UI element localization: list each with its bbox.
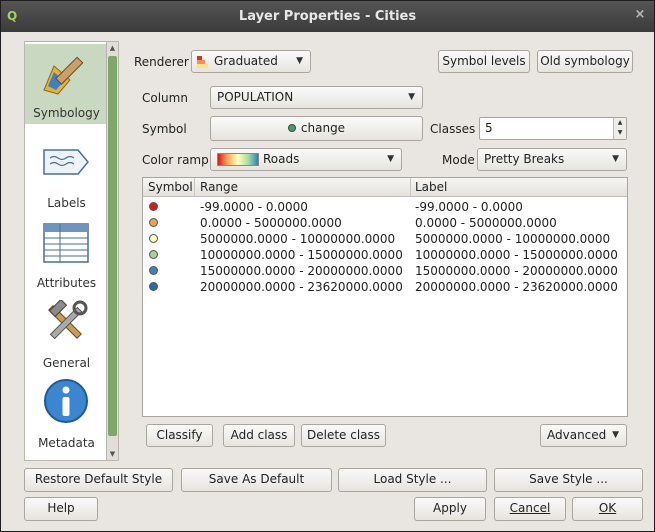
cancel-button[interactable]: Cancel: [494, 497, 566, 521]
color-ramp-preview: [217, 153, 259, 166]
symbol-change-button[interactable]: change: [210, 116, 423, 141]
label-cell[interactable]: 10000000.0000 - 15000000.0000: [415, 248, 618, 262]
sidebar-item-label: Metadata: [38, 436, 95, 450]
range-cell[interactable]: 20000000.0000 - 23620000.0000: [200, 280, 403, 294]
info-icon: [44, 379, 88, 423]
chevron-down-icon: ▼: [612, 430, 619, 440]
class-symbol-icon[interactable]: [149, 266, 158, 275]
mode-value: Pretty Breaks: [484, 152, 565, 166]
delete-class-button[interactable]: Delete class: [301, 424, 386, 447]
range-cell[interactable]: 0.0000 - 5000000.0000: [200, 216, 342, 230]
paintbrush-icon: [43, 56, 84, 95]
sidebar-item-label: Symbology: [33, 106, 100, 120]
table-icon: [43, 223, 89, 263]
classes-value: 5: [485, 121, 493, 135]
ok-button[interactable]: OK: [572, 497, 643, 521]
graduated-icon: [197, 56, 208, 68]
close-icon[interactable]: ×: [633, 8, 647, 22]
column-select[interactable]: POPULATION ▼: [210, 86, 423, 109]
label-tag-icon: [43, 149, 89, 175]
sidebar-item-label: General: [42, 356, 91, 370]
save-as-default-button[interactable]: Save As Default: [181, 468, 332, 492]
renderer-label: Renderer: [134, 55, 189, 69]
add-class-button[interactable]: Add class: [223, 424, 295, 447]
color-ramp-value: Roads: [263, 152, 300, 166]
label-cell[interactable]: 5000000.0000 - 10000000.0000: [415, 232, 610, 246]
label-cell[interactable]: 15000000.0000 - 20000000.0000: [415, 264, 618, 278]
column-value: POPULATION: [217, 90, 294, 104]
sidebar-scrollbar[interactable]: ▲ ▼: [107, 41, 119, 461]
sidebar-item-label: Labels: [47, 196, 86, 210]
symbol-change-label: change: [300, 121, 346, 135]
tools-icon: [48, 300, 88, 340]
label-cell[interactable]: -99.0000 - 0.0000: [415, 200, 523, 214]
color-ramp-select[interactable]: Roads ▼: [210, 148, 402, 171]
table-row[interactable]: 0.0000 - 5000000.0000 0.0000 - 5000000.0…: [143, 215, 627, 231]
table-row[interactable]: -99.0000 - 0.0000 -99.0000 - 0.0000: [143, 199, 627, 215]
scroll-down-icon[interactable]: ▼: [107, 448, 118, 460]
classes-spinbox[interactable]: 5 ▲ ▼: [479, 117, 627, 140]
class-symbol-icon[interactable]: [149, 202, 158, 211]
spin-buttons[interactable]: ▲ ▼: [613, 118, 626, 139]
table-row[interactable]: 20000000.0000 - 23620000.0000 20000000.0…: [143, 279, 627, 295]
header-label[interactable]: Label: [415, 180, 447, 194]
classes-label: Classes: [430, 122, 476, 136]
mode-label: Mode: [442, 153, 475, 167]
chevron-down-icon: ▼: [612, 154, 619, 164]
header-symbol[interactable]: Symbol: [148, 180, 193, 194]
table-row[interactable]: 5000000.0000 - 10000000.0000 5000000.000…: [143, 231, 627, 247]
range-cell[interactable]: 10000000.0000 - 15000000.0000: [200, 248, 403, 262]
symbol-levels-button[interactable]: Symbol levels: [438, 50, 530, 73]
sidebar-item-attributes[interactable]: Attributes: [25, 214, 106, 294]
mode-select[interactable]: Pretty Breaks ▼: [477, 148, 627, 171]
chevron-down-icon: ▼: [408, 92, 415, 102]
label-cell[interactable]: 0.0000 - 5000000.0000: [415, 216, 557, 230]
symbol-preview-icon: [287, 124, 296, 132]
sidebar-item-labels[interactable]: Labels: [25, 134, 106, 214]
header-range[interactable]: Range: [200, 180, 238, 194]
advanced-menu-button[interactable]: Advanced ▼: [540, 424, 627, 447]
class-symbol-icon[interactable]: [149, 250, 158, 259]
range-cell[interactable]: 5000000.0000 - 10000000.0000: [200, 232, 395, 246]
symbol-label: Symbol: [142, 122, 187, 136]
old-symbology-button[interactable]: Old symbology: [537, 50, 633, 73]
chevron-down-icon: ▼: [296, 56, 303, 66]
renderer-select[interactable]: Graduated ▼: [191, 50, 311, 73]
layer-properties-window: Q Layer Properties - Cities × Symbology …: [0, 0, 655, 532]
sidebar-item-general[interactable]: General: [25, 294, 106, 374]
classes-table[interactable]: Symbol Range Label -99.0000 - 0.0000 -99…: [142, 177, 628, 417]
advanced-label: Advanced: [547, 428, 607, 442]
spin-down-icon[interactable]: ▼: [614, 128, 626, 138]
title-bar[interactable]: Q Layer Properties - Cities ×: [1, 1, 654, 32]
label-cell[interactable]: 20000000.0000 - 23620000.0000: [415, 280, 618, 294]
range-cell[interactable]: -99.0000 - 0.0000: [200, 200, 308, 214]
load-style-button[interactable]: Load Style ...: [338, 468, 487, 492]
column-label: Column: [142, 91, 188, 105]
apply-button[interactable]: Apply: [414, 497, 486, 521]
chevron-down-icon: ▼: [387, 154, 394, 164]
scroll-up-icon[interactable]: ▲: [107, 42, 118, 54]
sidebar: Symbology Labels Attributes General Meta…: [24, 41, 107, 461]
color-ramp-label: Color ramp: [142, 153, 209, 167]
window-title: Layer Properties - Cities: [238, 9, 417, 24]
table-row[interactable]: 15000000.0000 - 20000000.0000 15000000.0…: [143, 263, 627, 279]
table-header: Symbol Range Label: [143, 178, 627, 197]
table-row[interactable]: 10000000.0000 - 15000000.0000 10000000.0…: [143, 247, 627, 263]
class-symbol-icon[interactable]: [149, 218, 158, 227]
sidebar-item-label: Attributes: [36, 276, 97, 290]
class-symbol-icon[interactable]: [149, 234, 158, 243]
help-button[interactable]: Help: [24, 497, 98, 521]
classify-button[interactable]: Classify: [146, 424, 213, 447]
spin-up-icon[interactable]: ▲: [614, 118, 626, 128]
range-cell[interactable]: 15000000.0000 - 20000000.0000: [200, 264, 403, 278]
save-style-button[interactable]: Save Style ...: [494, 468, 643, 492]
restore-default-style-button[interactable]: Restore Default Style: [24, 468, 173, 492]
class-symbol-icon[interactable]: [149, 282, 158, 291]
scrollbar-thumb[interactable]: [108, 56, 117, 436]
sidebar-item-metadata[interactable]: Metadata: [25, 374, 106, 454]
renderer-value: Graduated: [214, 54, 278, 68]
sidebar-item-symbology[interactable]: Symbology: [25, 44, 106, 124]
